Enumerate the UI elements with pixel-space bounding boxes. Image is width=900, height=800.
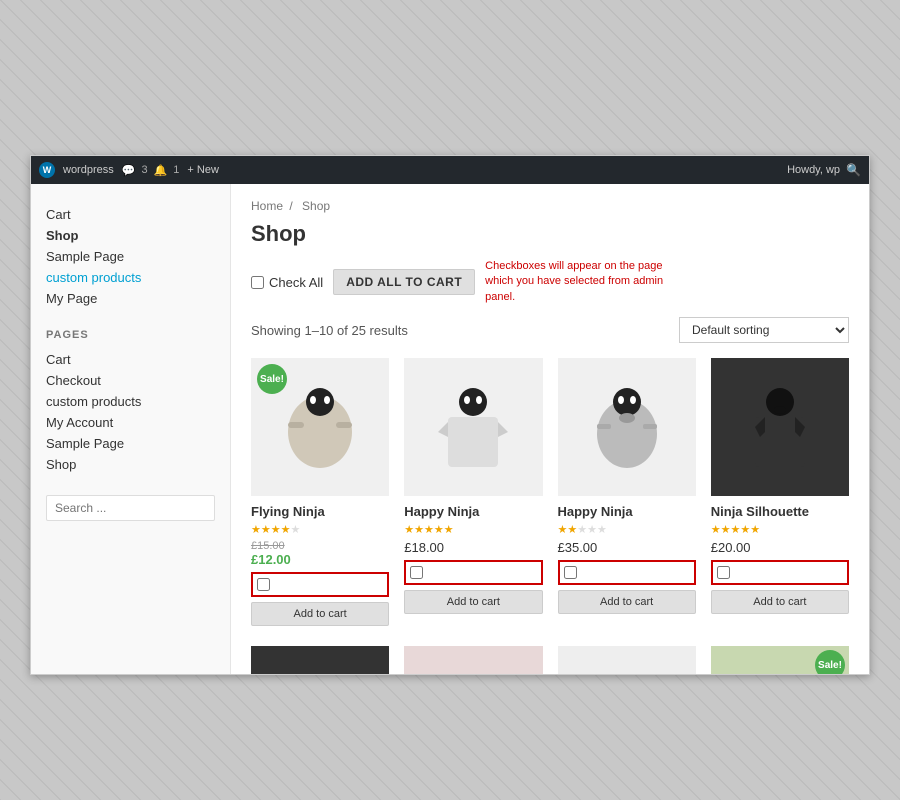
sidebar-item-sample-page[interactable]: Sample Page [46, 246, 215, 267]
sidebar-page-my-account[interactable]: My Account [46, 412, 215, 433]
bulk-actions-notice: Checkboxes will appear on the page which… [485, 259, 665, 305]
check-all-text: Check All [269, 275, 323, 290]
product-image-flying-ninja[interactable]: Sale! [251, 358, 389, 496]
product-checkbox-1[interactable] [257, 578, 270, 591]
product-stars-ninja-silhouette: ★★★★★ [711, 523, 849, 536]
product-checkbox-4[interactable] [717, 566, 730, 579]
browser-window: W wordpress 💬 3 🔔 1 + New Howdy, wp 🔍 Ca… [30, 155, 870, 675]
add-to-cart-button-1[interactable]: Add to cart [251, 602, 389, 626]
new-button[interactable]: + New [187, 164, 219, 176]
product-name-happy-ninja-2: Happy Ninja [558, 504, 696, 519]
search-icon[interactable]: 🔍 [846, 163, 861, 177]
content-area: Cart Shop Sample Page custom products My… [31, 184, 869, 674]
comment-count: 3 [141, 164, 147, 176]
product-image-r2p3[interactable] [558, 646, 696, 674]
admin-bar-left: W wordpress 💬 3 🔔 1 + New [39, 162, 779, 178]
sidebar-item-shop[interactable]: Shop [46, 225, 215, 246]
product-image-happy-ninja-1[interactable] [404, 358, 542, 496]
product-checkbox-2[interactable] [410, 566, 423, 579]
product-checkbox-row-2 [404, 560, 542, 585]
admin-bar-meta: 💬 3 🔔 1 [122, 164, 180, 177]
results-row: Showing 1–10 of 25 results Default sorti… [251, 317, 849, 343]
comment-icon: 💬 [122, 164, 136, 177]
product-name-happy-ninja-1: Happy Ninja [404, 504, 542, 519]
add-all-to-cart-button[interactable]: ADD ALL TO CART [333, 269, 475, 295]
sidebar-page-sample-page[interactable]: Sample Page [46, 433, 215, 454]
product-checkbox-row-3 [558, 560, 696, 585]
sidebar-page-cart[interactable]: Cart [46, 349, 215, 370]
sidebar-nav-pages: Cart Checkout custom products My Account… [46, 349, 215, 475]
product-image-ninja-silhouette[interactable] [711, 358, 849, 496]
product-stars-happy-ninja-1: ★★★★★ [404, 523, 542, 536]
product-image-happy-ninja-2[interactable] [558, 358, 696, 496]
product-checkbox-row-1 [251, 572, 389, 597]
admin-bar: W wordpress 💬 3 🔔 1 + New Howdy, wp 🔍 [31, 156, 869, 184]
search-input[interactable] [46, 495, 215, 521]
product-name-flying-ninja: Flying Ninja [251, 504, 389, 519]
product-img-r2p1 [251, 646, 389, 674]
product-card-happy-ninja-2: Happy Ninja ★★★★★ £35.00 Add to cart [558, 358, 696, 626]
wp-logo-icon[interactable]: W [39, 162, 55, 178]
product-stars-flying-ninja: ★★★★★ [251, 523, 389, 536]
add-to-cart-button-4[interactable]: Add to cart [711, 590, 849, 614]
product-image-r2p4[interactable]: Sale! [711, 646, 849, 674]
admin-bar-right: Howdy, wp 🔍 [787, 163, 861, 177]
check-all-checkbox[interactable] [251, 276, 264, 289]
sidebar-page-custom-products[interactable]: custom products [46, 391, 215, 412]
breadcrumb-home[interactable]: Home [251, 199, 283, 213]
product-image-svg-4 [711, 358, 849, 496]
product-stars-happy-ninja-2: ★★★★★ [558, 523, 696, 536]
update-count: 1 [173, 164, 179, 176]
product-price-new-flying-ninja: £12.00 [251, 552, 389, 567]
sidebar-item-custom-products[interactable]: custom products [46, 267, 215, 288]
add-to-cart-button-3[interactable]: Add to cart [558, 590, 696, 614]
product-image-r2p1[interactable] [251, 646, 389, 674]
product-checkbox-row-4 [711, 560, 849, 585]
sorting-select[interactable]: Default sorting Sort by popularity Sort … [679, 317, 849, 343]
add-to-cart-button-2[interactable]: Add to cart [404, 590, 542, 614]
sidebar-page-checkout[interactable]: Checkout [46, 370, 215, 391]
product-card-r2p4: Sale! [711, 646, 849, 674]
sidebar: Cart Shop Sample Page custom products My… [31, 184, 231, 674]
product-card-r2p2 [404, 646, 542, 674]
sale-badge: Sale! [257, 364, 287, 394]
product-card-flying-ninja: Sale! Flying Ninja [251, 358, 389, 626]
product-img-r2p3 [558, 646, 696, 674]
sidebar-nav-primary: Cart Shop Sample Page custom products My… [46, 204, 215, 309]
products-grid-row1: Sale! Flying Ninja [251, 358, 849, 626]
sidebar-page-shop[interactable]: Shop [46, 454, 215, 475]
products-grid-row2: Sale! [251, 646, 849, 674]
main-content: Home / Shop Shop Check All ADD ALL TO CA… [231, 184, 869, 674]
product-checkbox-3[interactable] [564, 566, 577, 579]
howdy-label: Howdy, wp [787, 164, 840, 176]
site-name[interactable]: wordpress [63, 164, 114, 176]
product-card-ninja-silhouette: Ninja Silhouette ★★★★★ £20.00 Add to car… [711, 358, 849, 626]
update-icon: 🔔 [154, 164, 168, 177]
sale-badge-r2p4: Sale! [815, 650, 845, 674]
pages-section-title: PAGES [46, 329, 215, 341]
product-image-svg-2 [404, 358, 542, 496]
results-count: Showing 1–10 of 25 results [251, 323, 408, 338]
product-image-r2p2[interactable] [404, 646, 542, 674]
product-price-happy-ninja-1: £18.00 [404, 540, 542, 555]
product-price-old-flying-ninja: £15.00 [251, 540, 389, 552]
product-price-happy-ninja-2: £35.00 [558, 540, 696, 555]
breadcrumb-shop: Shop [302, 199, 330, 213]
bulk-actions-row: Check All ADD ALL TO CART Checkboxes wil… [251, 259, 849, 305]
check-all-label[interactable]: Check All [251, 275, 323, 290]
product-card-happy-ninja-1: Happy Ninja ★★★★★ £18.00 Add to cart [404, 358, 542, 626]
page-title: Shop [251, 221, 849, 247]
sidebar-search [46, 495, 215, 521]
sidebar-item-my-page[interactable]: My Page [46, 288, 215, 309]
product-image-svg-3 [558, 358, 696, 496]
sidebar-item-cart[interactable]: Cart [46, 204, 215, 225]
product-price-ninja-silhouette: £20.00 [711, 540, 849, 555]
breadcrumb: Home / Shop [251, 199, 849, 213]
product-img-r2p2 [404, 646, 542, 674]
product-card-r2p3 [558, 646, 696, 674]
breadcrumb-separator: / [289, 199, 296, 213]
product-card-r2p1 [251, 646, 389, 674]
product-name-ninja-silhouette: Ninja Silhouette [711, 504, 849, 519]
